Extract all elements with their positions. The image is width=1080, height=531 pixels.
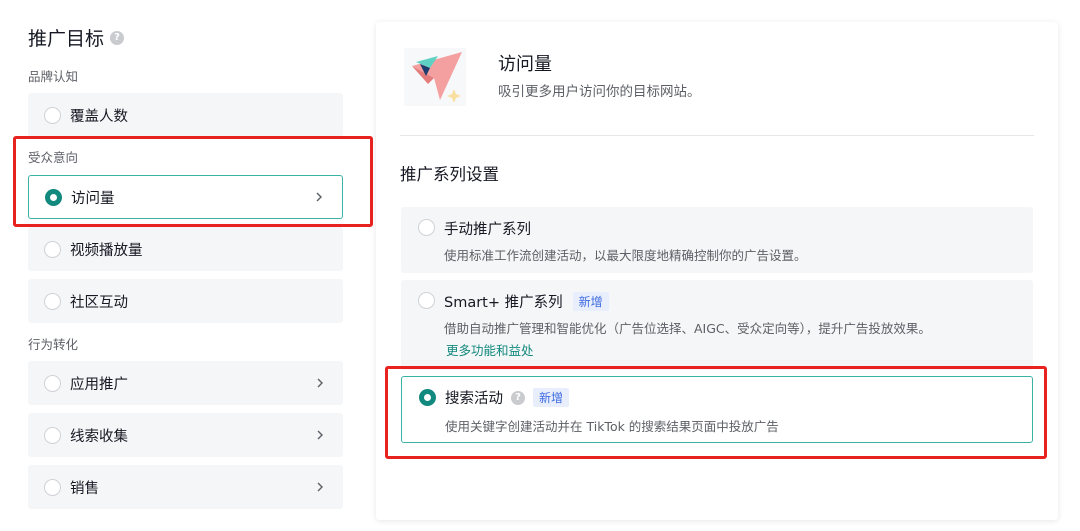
hero-description: 吸引更多用户访问你的目标网站。 [498,84,701,100]
new-badge: 新增 [533,388,570,407]
card-manual-campaign[interactable]: 手动推广系列 使用标准工作流创建活动，以最大限度地精确控制你的广告设置。 [401,207,1033,273]
group-label-audience: 受众意向 [28,150,79,165]
radio-selected-icon[interactable] [45,188,62,206]
option-label: 视频播放量 [70,242,143,259]
chevron-right-icon [317,378,323,388]
divider [400,135,1034,136]
radio-icon[interactable] [44,426,61,444]
more-benefits-link[interactable]: 更多功能和益处 [446,340,534,359]
card-title-text: 搜索活动 [445,391,503,407]
card-title-text: 手动推广系列 [444,222,531,238]
card-title: Smart+ 推广系列 新增 [444,291,609,312]
card-title: 搜索活动 ? 新增 [445,387,570,408]
card-title-text: Smart+ 推广系列 [444,295,563,311]
radio-icon[interactable] [44,292,61,310]
new-badge: 新增 [572,292,609,311]
option-traffic[interactable]: 访问量 [28,175,343,219]
objective-title-text: 推广目标 [28,28,105,50]
option-label: 社区互动 [70,294,128,311]
option-label: 应用推广 [70,376,128,393]
option-lead-gen[interactable]: 线索收集 [28,413,343,457]
card-search-campaign[interactable]: 搜索活动 ? 新增 使用关键字创建活动并在 TikTok 的搜索结果页面中投放广… [401,376,1033,443]
chevron-right-icon [317,482,323,492]
radio-selected-icon[interactable] [419,389,436,406]
group-label-brand: 品牌认知 [28,69,79,84]
group-label-conversion: 行为转化 [28,337,79,352]
radio-icon[interactable] [44,106,61,124]
card-title: 手动推广系列 [444,218,531,239]
paper-plane-illustration-icon [404,48,466,106]
radio-icon[interactable] [418,292,435,309]
option-app-promotion[interactable]: 应用推广 [28,361,343,405]
card-description: 使用关键字创建活动并在 TikTok 的搜索结果页面中投放广告 [445,419,779,434]
chevron-right-icon [317,430,323,440]
option-label: 覆盖人数 [70,108,128,125]
radio-icon[interactable] [44,478,61,496]
option-label: 线索收集 [70,428,128,445]
option-video-views[interactable]: 视频播放量 [28,227,343,271]
section-title: 推广系列设置 [400,165,499,184]
option-label: 访问量 [71,190,115,207]
option-reach[interactable]: 覆盖人数 [28,93,343,137]
card-smart-campaign[interactable]: Smart+ 推广系列 新增 借助自动推广管理和智能优化（广告位选择、AIGC、… [401,280,1033,370]
radio-icon[interactable] [44,374,61,392]
help-icon[interactable]: ? [511,390,525,405]
chevron-right-icon [316,192,322,202]
hero-title: 访问量 [498,54,552,75]
radio-icon[interactable] [44,240,61,258]
option-label: 销售 [70,480,99,497]
objective-detail-panel: 访问量 吸引更多用户访问你的目标网站。 推广系列设置 手动推广系列 使用标准工作… [376,22,1058,520]
help-icon[interactable]: ? [110,30,125,45]
option-community[interactable]: 社区互动 [28,279,343,323]
option-sales[interactable]: 销售 [28,465,343,509]
card-description: 使用标准工作流创建活动，以最大限度地精确控制你的广告设置。 [444,248,807,263]
objective-panel: 推广目标 ? 品牌认知 覆盖人数 受众意向 访问量 视频播放量 社区互动 行为转… [0,0,372,531]
card-description: 借助自动推广管理和智能优化（广告位选择、AIGC、受众定向等），提升广告投放效果… [444,321,931,336]
objective-title: 推广目标 ? [28,24,125,51]
radio-icon[interactable] [418,219,435,236]
